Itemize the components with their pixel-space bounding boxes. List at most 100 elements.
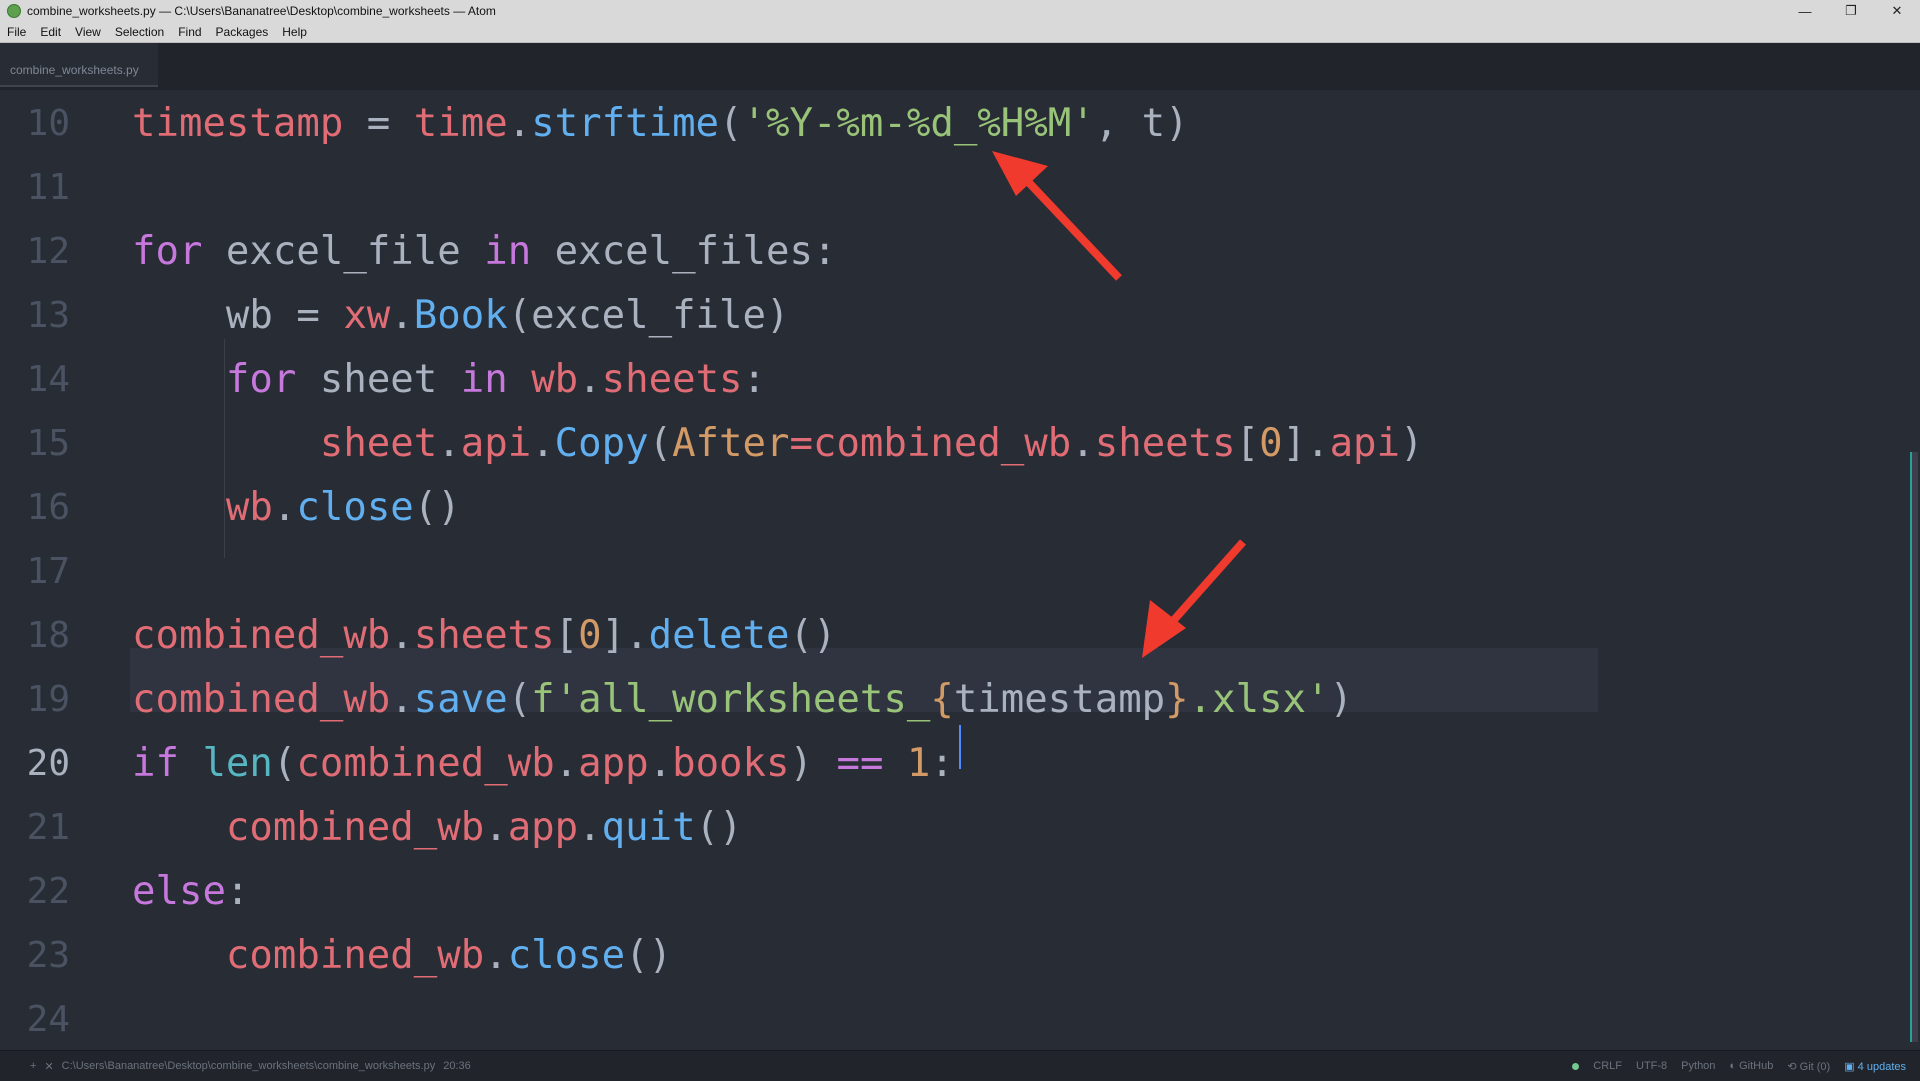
cursor-position[interactable]: 20:36	[443, 1060, 471, 1072]
code-token: delete	[648, 613, 790, 658]
code-token: f'all_worksheets_	[531, 677, 931, 722]
menu-find[interactable]: Find	[171, 25, 208, 39]
menu-edit[interactable]: Edit	[33, 25, 68, 39]
code-token: xw	[343, 293, 391, 338]
code-line[interactable]: wb = xw.Book(excel_file)	[132, 284, 790, 348]
git-button[interactable]: ⟲ Git (0)	[1787, 1060, 1830, 1073]
code-line[interactable]: if len(combined_wb.app.books) == 1:	[132, 732, 954, 796]
code-token: combined_wb	[225, 805, 485, 850]
code-token: api	[460, 421, 532, 466]
code-token: save	[413, 677, 508, 722]
line-number: 17	[26, 551, 70, 592]
code-token: combined_wb	[225, 933, 485, 978]
code-token: in	[460, 357, 508, 402]
code-token: .	[507, 101, 532, 146]
code-token: .	[390, 677, 414, 722]
code-line[interactable]: combined_wb.sheets[0].delete()	[132, 604, 836, 668]
code-token: .	[437, 421, 461, 466]
line-number: 18	[26, 615, 70, 656]
code-token: .	[578, 805, 602, 850]
line-number-gutter: 10 11 12 13 14 15 16 17 18 19 20 21 22 23 24	[0, 90, 100, 1050]
code-token: [	[1235, 421, 1260, 466]
line-number: 16	[26, 487, 70, 528]
line-ending[interactable]: CRLF	[1593, 1060, 1622, 1072]
code-token: .	[531, 421, 555, 466]
grammar[interactable]: Python	[1681, 1060, 1715, 1072]
code-token: )	[1329, 677, 1354, 722]
encoding[interactable]: UTF-8	[1636, 1060, 1667, 1072]
code-token: app	[507, 805, 579, 850]
code-token: sheet	[319, 421, 438, 466]
code-line[interactable]: for sheet in wb.sheets:	[132, 348, 766, 412]
code-editor[interactable]: 10 11 12 13 14 15 16 17 18 19 20 21 22 23 24 timestamp…	[0, 90, 1920, 1050]
code-token: ].	[1282, 421, 1330, 466]
code-token: 1	[906, 741, 931, 786]
line-number: 21	[26, 807, 70, 848]
code-line[interactable]: combined_wb.app.quit()	[132, 796, 743, 860]
code-token: =	[789, 421, 813, 466]
code-token: Copy	[554, 421, 649, 466]
scrollbar-thumb[interactable]	[1910, 452, 1918, 1042]
line-number: 22	[26, 871, 70, 912]
menu-selection[interactable]: Selection	[108, 25, 171, 39]
code-token: wb	[531, 357, 579, 402]
code-token: :	[930, 741, 954, 786]
maximize-button[interactable]: ❐	[1828, 0, 1874, 22]
vertical-scrollbar[interactable]	[1910, 90, 1920, 1050]
code-token: )	[789, 741, 837, 786]
file-path[interactable]: C:\Users\Bananatree\Desktop\combine_work…	[62, 1060, 436, 1072]
code-token: combined_wb	[132, 613, 391, 658]
code-token: len	[202, 741, 273, 786]
code-line[interactable]: combined_wb.save(f'all_worksheets_{times…	[132, 668, 1353, 732]
tab-combine-worksheets[interactable]: combine_worksheets.py	[0, 43, 158, 87]
code-line[interactable]: for excel_file in excel_files:	[132, 220, 836, 284]
code-token: ()	[413, 485, 461, 530]
code-token: sheets	[601, 357, 743, 402]
line-number: 14	[26, 359, 70, 400]
close-window-button[interactable]: ✕	[1874, 0, 1920, 22]
code-token: close	[507, 933, 626, 978]
add-icon[interactable]: +	[30, 1060, 36, 1072]
line-number: 12	[26, 231, 70, 272]
updates-button[interactable]: ▣ 4 updates	[1844, 1060, 1906, 1073]
code-token: for	[132, 357, 297, 402]
code-token: .	[1071, 421, 1095, 466]
code-token: api	[1329, 421, 1401, 466]
code-token: .	[390, 293, 414, 338]
code-line[interactable]: sheet.api.Copy(After=combined_wb.sheets[…	[132, 412, 1424, 476]
code-token: Book	[413, 293, 508, 338]
github-button[interactable]: ◐ GitHub	[1729, 1060, 1773, 1072]
code-token: )	[1400, 421, 1424, 466]
github-icon: ◐	[1729, 1060, 1740, 1072]
code-token: sheets	[413, 613, 555, 658]
code-token: for	[132, 229, 203, 274]
minimize-button[interactable]: —	[1782, 0, 1828, 22]
code-line[interactable]: wb.close()	[132, 476, 461, 540]
code-token: (	[719, 101, 743, 146]
code-line[interactable]: timestamp = time.strftime('%Y-%m-%d_%H%M…	[132, 92, 1189, 156]
code-line[interactable]: else:	[132, 860, 249, 924]
close-icon[interactable]: ✕	[44, 1060, 53, 1073]
menu-help[interactable]: Help	[275, 25, 314, 39]
package-icon: ▣	[1844, 1060, 1858, 1073]
menu-file[interactable]: File	[0, 25, 33, 39]
status-bar: + ✕ C:\Users\Bananatree\Desktop\combine_…	[0, 1050, 1920, 1081]
tab-bar: combine_worksheets.py	[0, 43, 1920, 90]
menu-view[interactable]: View	[68, 25, 108, 39]
code-token: wb =	[132, 293, 344, 338]
code-token: books	[672, 741, 790, 786]
code-token: excel_files:	[531, 229, 837, 274]
status-left: + ✕ C:\Users\Bananatree\Desktop\combine_…	[0, 1060, 479, 1073]
menu-packages[interactable]: Packages	[209, 25, 276, 39]
code-line[interactable]: combined_wb.close()	[132, 924, 672, 988]
text-cursor	[959, 725, 961, 769]
code-token: if	[132, 741, 179, 786]
title-bar: combine_worksheets.py — C:\Users\Bananat…	[0, 0, 1920, 22]
line-number: 11	[26, 167, 70, 208]
code-token: After	[672, 421, 790, 466]
